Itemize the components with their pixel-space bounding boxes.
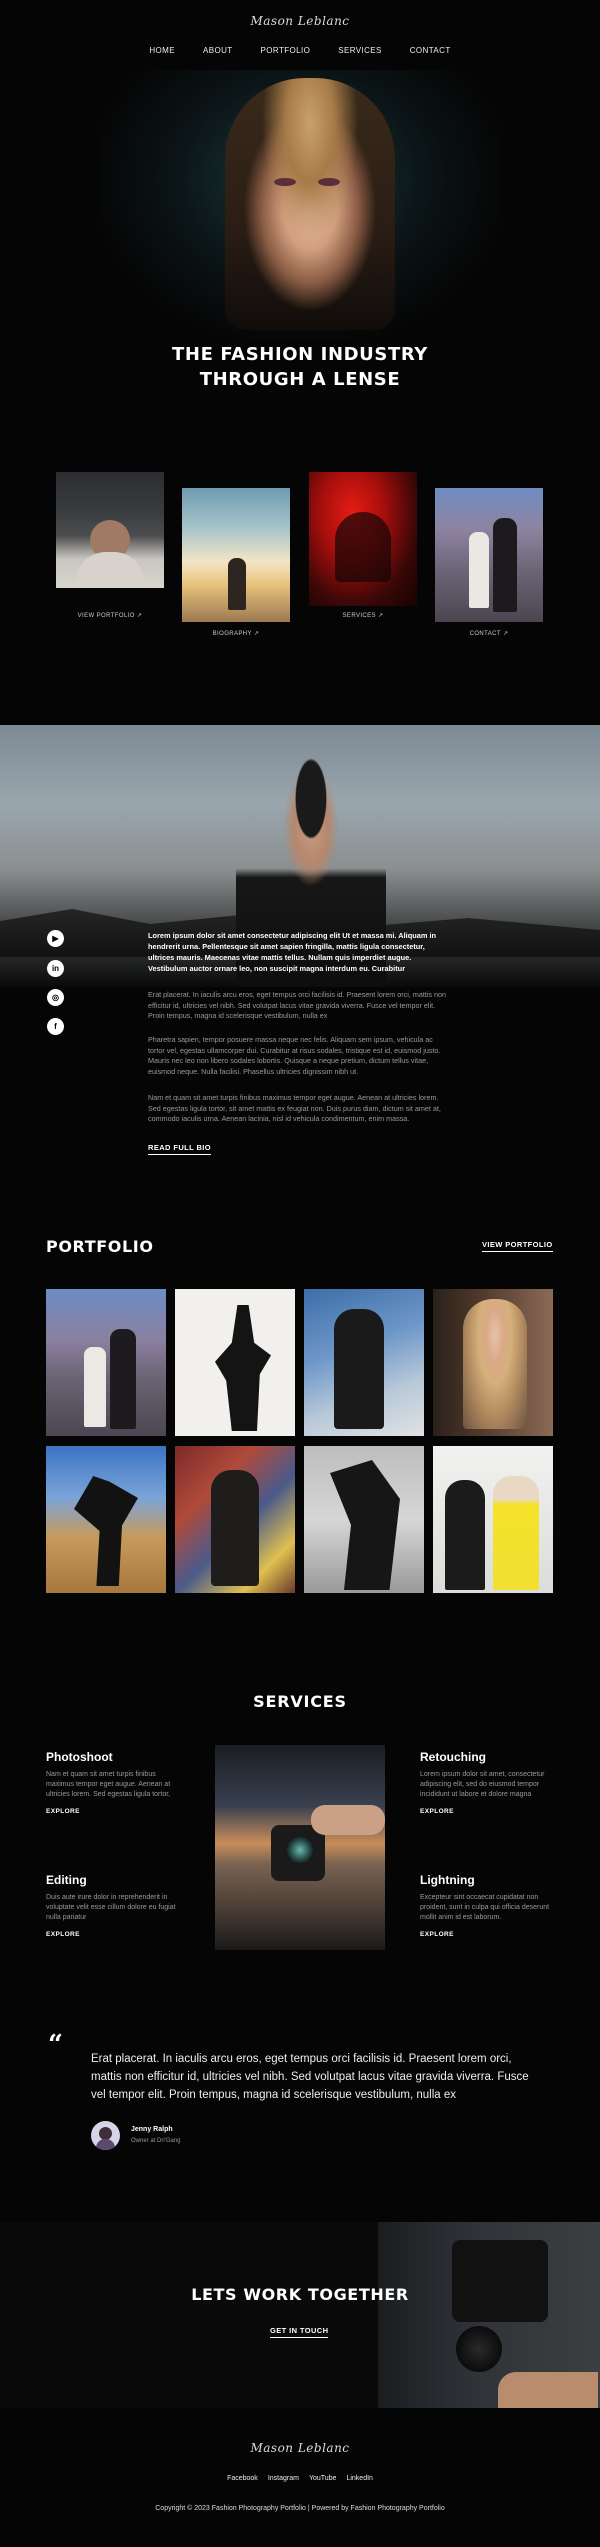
portfolio-tile-5[interactable] [46, 1446, 166, 1593]
service-description: Duis aute irure dolor in reprehenderit i… [46, 1894, 176, 1921]
service-description: Lorem ipsum dolor sit amet, consectetur … [420, 1771, 545, 1798]
portfolio-tile-8[interactable] [433, 1446, 553, 1593]
footer-link-youtube[interactable]: YouTube [309, 2475, 337, 2482]
card-portfolio-image [56, 472, 164, 588]
explore-link[interactable]: EXPLORE [46, 1931, 80, 1938]
hero-portrait-detail [268, 178, 348, 192]
quote-icon: “ [48, 2030, 63, 2060]
site-logo[interactable]: Mason Leblanc [0, 14, 600, 28]
external-link-icon: ↗ [253, 631, 260, 637]
card-services-caption[interactable]: SERVICES ↗ [309, 612, 417, 619]
footer-link-facebook[interactable]: Facebook [227, 2475, 258, 2482]
card-services[interactable] [309, 472, 417, 606]
linkedin-icon[interactable]: in [47, 960, 64, 977]
explore-link[interactable]: EXPLORE [420, 1931, 454, 1938]
main-nav: HOME ABOUT PORTFOLIO SERVICES CONTACT [0, 46, 600, 55]
hero-title-line2: THROUGH A LENSE [199, 369, 401, 390]
explore-link[interactable]: EXPLORE [420, 1808, 454, 1815]
testimonial-name: Jenny Ralph [131, 2126, 173, 2133]
footer-link-instagram[interactable]: Instagram [268, 2475, 299, 2482]
nav-contact[interactable]: CONTACT [410, 46, 451, 55]
service-retouching: Retouching Lorem ipsum dolor sit amet, c… [420, 1750, 552, 1818]
hero-portrait-image [225, 78, 395, 330]
nav-home[interactable]: HOME [149, 46, 175, 55]
facebook-icon[interactable]: f [47, 1018, 64, 1035]
portfolio-tile-4[interactable] [433, 1289, 553, 1436]
avatar [91, 2121, 120, 2150]
explore-link[interactable]: EXPLORE [46, 1808, 80, 1815]
bio-paragraph-1: Erat placerat. In iaculis arcu eros, ege… [148, 990, 447, 1020]
testimonial-role: Owner at Dri'Gang [131, 2138, 181, 2144]
instagram-icon[interactable]: ◎ [47, 989, 64, 1006]
card-portfolio-caption[interactable]: VIEW PORTFOLIO ↗ [56, 612, 164, 619]
cta-camera-image [378, 2222, 600, 2408]
portfolio-tile-1[interactable] [46, 1289, 166, 1436]
card-biography-caption[interactable]: BIOGRAPHY ↗ [182, 630, 290, 637]
bio-paragraph-3: Nam et quam sit amet turpis finibus maxi… [148, 1093, 441, 1123]
service-photoshoot: Photoshoot Nam et quam sit amet turpis f… [46, 1750, 178, 1818]
testimonial-text: Erat placerat. In iaculis arcu eros, ege… [91, 2053, 529, 2101]
card-biography-image [182, 488, 290, 622]
portfolio-tile-3[interactable] [304, 1289, 424, 1436]
external-link-icon: ↗ [502, 631, 509, 637]
get-in-touch-button[interactable]: GET IN TOUCH [270, 2326, 329, 2338]
nav-portfolio[interactable]: PORTFOLIO [261, 46, 311, 55]
card-services-image [309, 472, 417, 606]
youtube-icon[interactable]: ▶ [47, 930, 64, 947]
page: Mason Leblanc HOME ABOUT PORTFOLIO SERVI… [0, 0, 600, 2547]
footer-link-linkedin[interactable]: LinkedIn [346, 2475, 372, 2482]
bio-paragraph-2: Pharetra sapien, tempor posuere massa ne… [148, 1035, 441, 1076]
read-full-bio-link[interactable]: READ FULL BIO [148, 1143, 211, 1155]
hero-title-line1: THE FASHION INDUSTRY [172, 344, 428, 365]
footer-links: Facebook Instagram YouTube LinkedIn [0, 2475, 600, 2482]
service-description: Nam et quam sit amet turpis finibus maxi… [46, 1771, 171, 1798]
services-title: SERVICES [253, 1692, 347, 1711]
portfolio-title: PORTFOLIO [46, 1237, 154, 1256]
cta-title: LETS WORK TOGETHER [191, 2285, 409, 2304]
card-contact-caption[interactable]: CONTACT ↗ [435, 630, 543, 637]
view-portfolio-link[interactable]: VIEW PORTFOLIO [482, 1240, 553, 1252]
card-contact-image [435, 488, 543, 622]
copyright-text: Copyright © 2023 Fashion Photography Por… [155, 2505, 445, 2512]
service-name: Photoshoot [46, 1750, 113, 1764]
card-biography[interactable] [182, 488, 290, 622]
nav-services[interactable]: SERVICES [338, 46, 382, 55]
hero-title: THE FASHION INDUSTRY THROUGH A LENSE [0, 342, 600, 392]
card-portfolio[interactable] [56, 472, 164, 588]
footer-logo[interactable]: Mason Leblanc [0, 2441, 600, 2455]
service-name: Retouching [420, 1750, 486, 1764]
service-name: Lightning [420, 1873, 475, 1887]
service-editing: Editing Duis aute irure dolor in reprehe… [46, 1873, 178, 1941]
portfolio-tile-6[interactable] [175, 1446, 295, 1593]
card-contact[interactable] [435, 488, 543, 622]
service-lightning: Lightning Excepteur sint occaecat cupida… [420, 1873, 552, 1941]
services-camera-image [215, 1745, 385, 1950]
external-link-icon: ↗ [136, 613, 143, 619]
portfolio-tile-2[interactable] [175, 1289, 295, 1436]
bio-lead-text: Lorem ipsum dolor sit amet consectetur a… [148, 931, 437, 973]
nav-about[interactable]: ABOUT [203, 46, 233, 55]
service-description: Excepteur sint occaecat cupidatat non pr… [420, 1894, 550, 1921]
service-name: Editing [46, 1873, 87, 1887]
external-link-icon: ↗ [378, 613, 384, 619]
portfolio-tile-7[interactable] [304, 1446, 424, 1593]
